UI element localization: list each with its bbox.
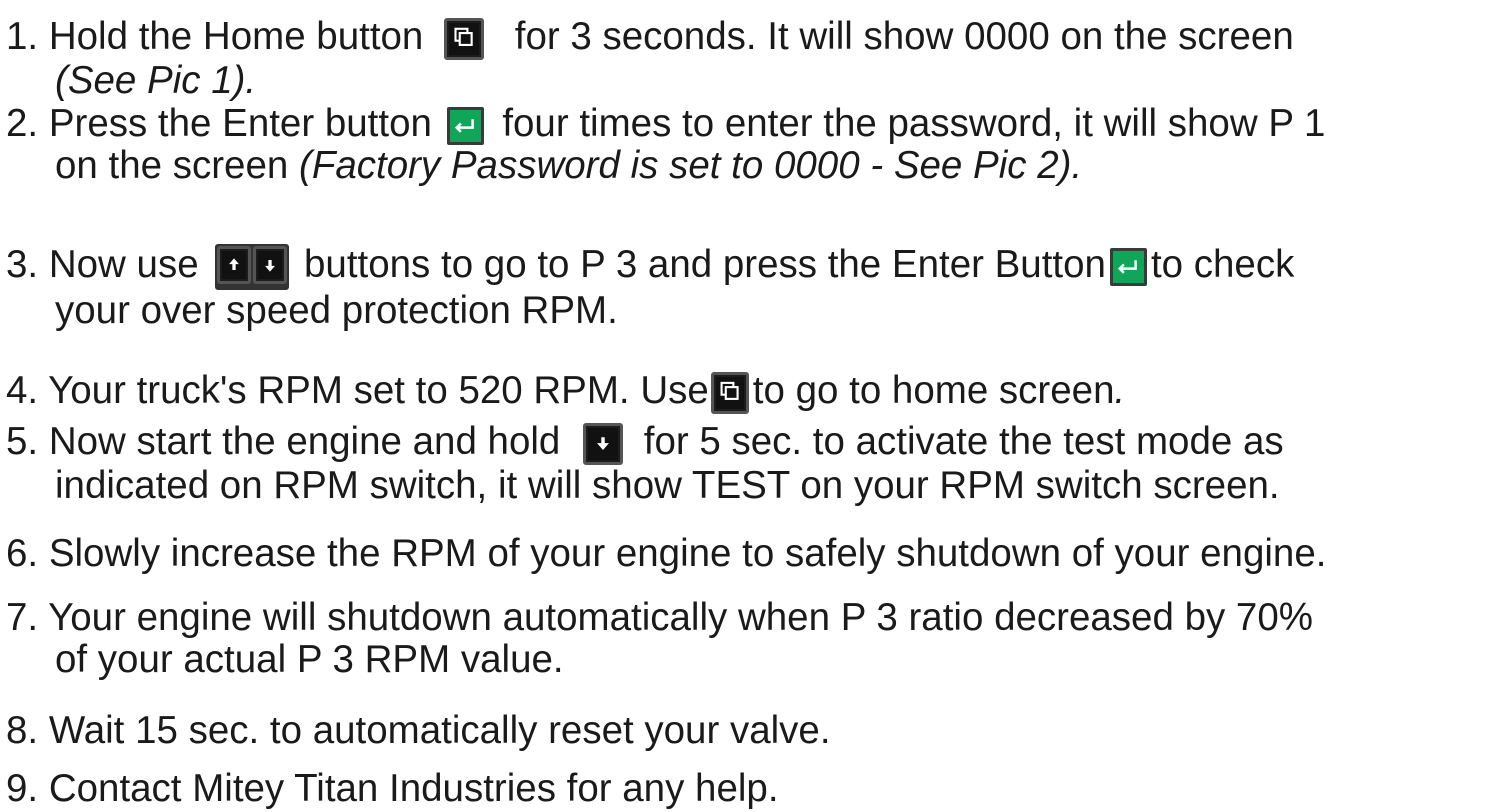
step-text-cont: for 3 seconds. It will show 0000 on the … [514,15,1294,58]
step-number: 1. [6,15,39,58]
step-8: 8. Wait 15 sec. to automatically reset y… [6,710,831,752]
step-text-cont: to go to home screen [752,369,1115,412]
step-text-cont: buttons to go to P 3 and press the Enter… [304,243,1106,287]
step-text: Slowly increase the RPM of your engine t… [48,532,1327,575]
step-number: 8. [6,709,39,752]
enter-button-icon [446,106,484,145]
step-text-line2: indicated on RPM switch, it will show TE… [55,463,1280,507]
up-down-buttons [215,244,290,290]
step-number: 6. [6,532,39,575]
step-text: Hold the Home button [48,15,424,58]
step-text: Wait 15 sec. to automatically reset your… [48,709,831,752]
step-text-line2: of your actual P 3 RPM value. [55,638,564,681]
step-5: 5. Now start the engine and hold for 5 s… [6,421,1284,507]
down-arrow-button-icon [583,422,624,465]
step-3: 3. Now use buttons to go to P 3 and pres… [6,244,1294,332]
instruction-document: 1. Hold the Home button for 3 seconds. I… [0,0,1486,812]
step-7: 7. Your engine will shutdown automatical… [6,597,1313,681]
step-text-cont: for 5 sec. to activate the test mode as [643,420,1284,463]
step-1: 1. Hold the Home button for 3 seconds. I… [6,16,1294,102]
step-text: Press the Enter button [48,102,432,145]
step-9: 9. Contact Mitey Titan Industries for an… [6,768,779,810]
step-6: 6. Slowly increase the RPM of your engin… [6,533,1326,575]
step-text: Your engine will shutdown automatically … [48,596,1313,639]
home-button-icon [444,17,485,60]
up-arrow-button-icon [217,246,252,284]
step-text: on the screen [55,144,289,187]
step-text-end: to check [1150,243,1295,287]
step-line-2: on the screen (Factory Password is set t… [6,145,1325,187]
step-text-line2: your over speed protection RPM. [55,289,618,332]
step-number: 3. [6,243,39,287]
step-text-cont: four times to enter the password, it wil… [502,102,1326,145]
step-text: Your truck's RPM set to 520 RPM. Use [48,369,709,412]
home-button-icon [710,371,749,414]
step-note: (Factory Password is set to 0000 - See P… [299,144,1083,187]
enter-button-icon [1109,248,1147,286]
step-number: 4. [6,369,39,412]
step-text: Now use [48,243,199,287]
down-arrow-button-icon [253,246,288,284]
step-period: . [1114,369,1126,412]
step-number: 9. [6,767,39,810]
step-2: 2. Press the Enter button four times to … [6,103,1325,187]
step-note: (See Pic 1). [55,58,257,102]
step-number: 7. [6,596,39,639]
step-text: Now start the engine and hold [48,420,561,463]
step-number: 2. [6,102,39,145]
step-text: Contact Mitey Titan Industries for any h… [48,767,779,810]
step-4: 4. Your truck's RPM set to 520 RPM. Use … [6,370,1125,414]
step-number: 5. [6,420,39,463]
